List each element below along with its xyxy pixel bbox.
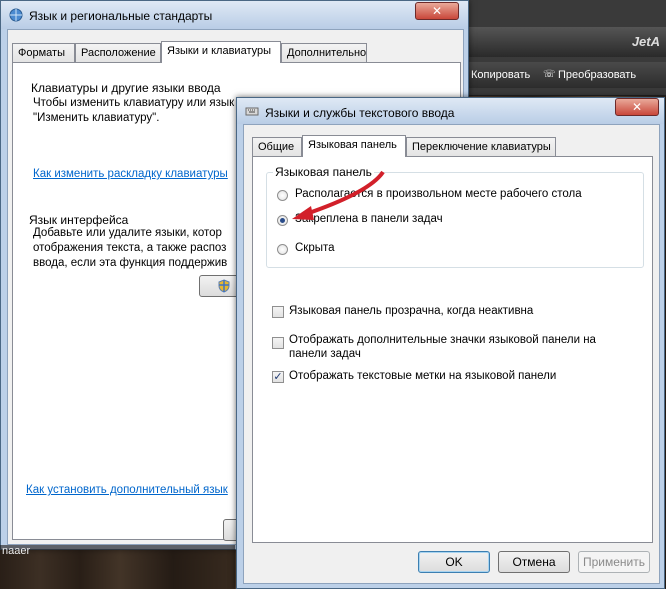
tab-languages-keyboards[interactable]: Языки и клавиатуры <box>161 41 281 63</box>
tab-language-bar[interactable]: Языковая панель <box>302 135 406 157</box>
arrow-head <box>292 206 314 220</box>
arrow-shaft <box>305 170 385 216</box>
annotation-arrow <box>292 170 385 220</box>
